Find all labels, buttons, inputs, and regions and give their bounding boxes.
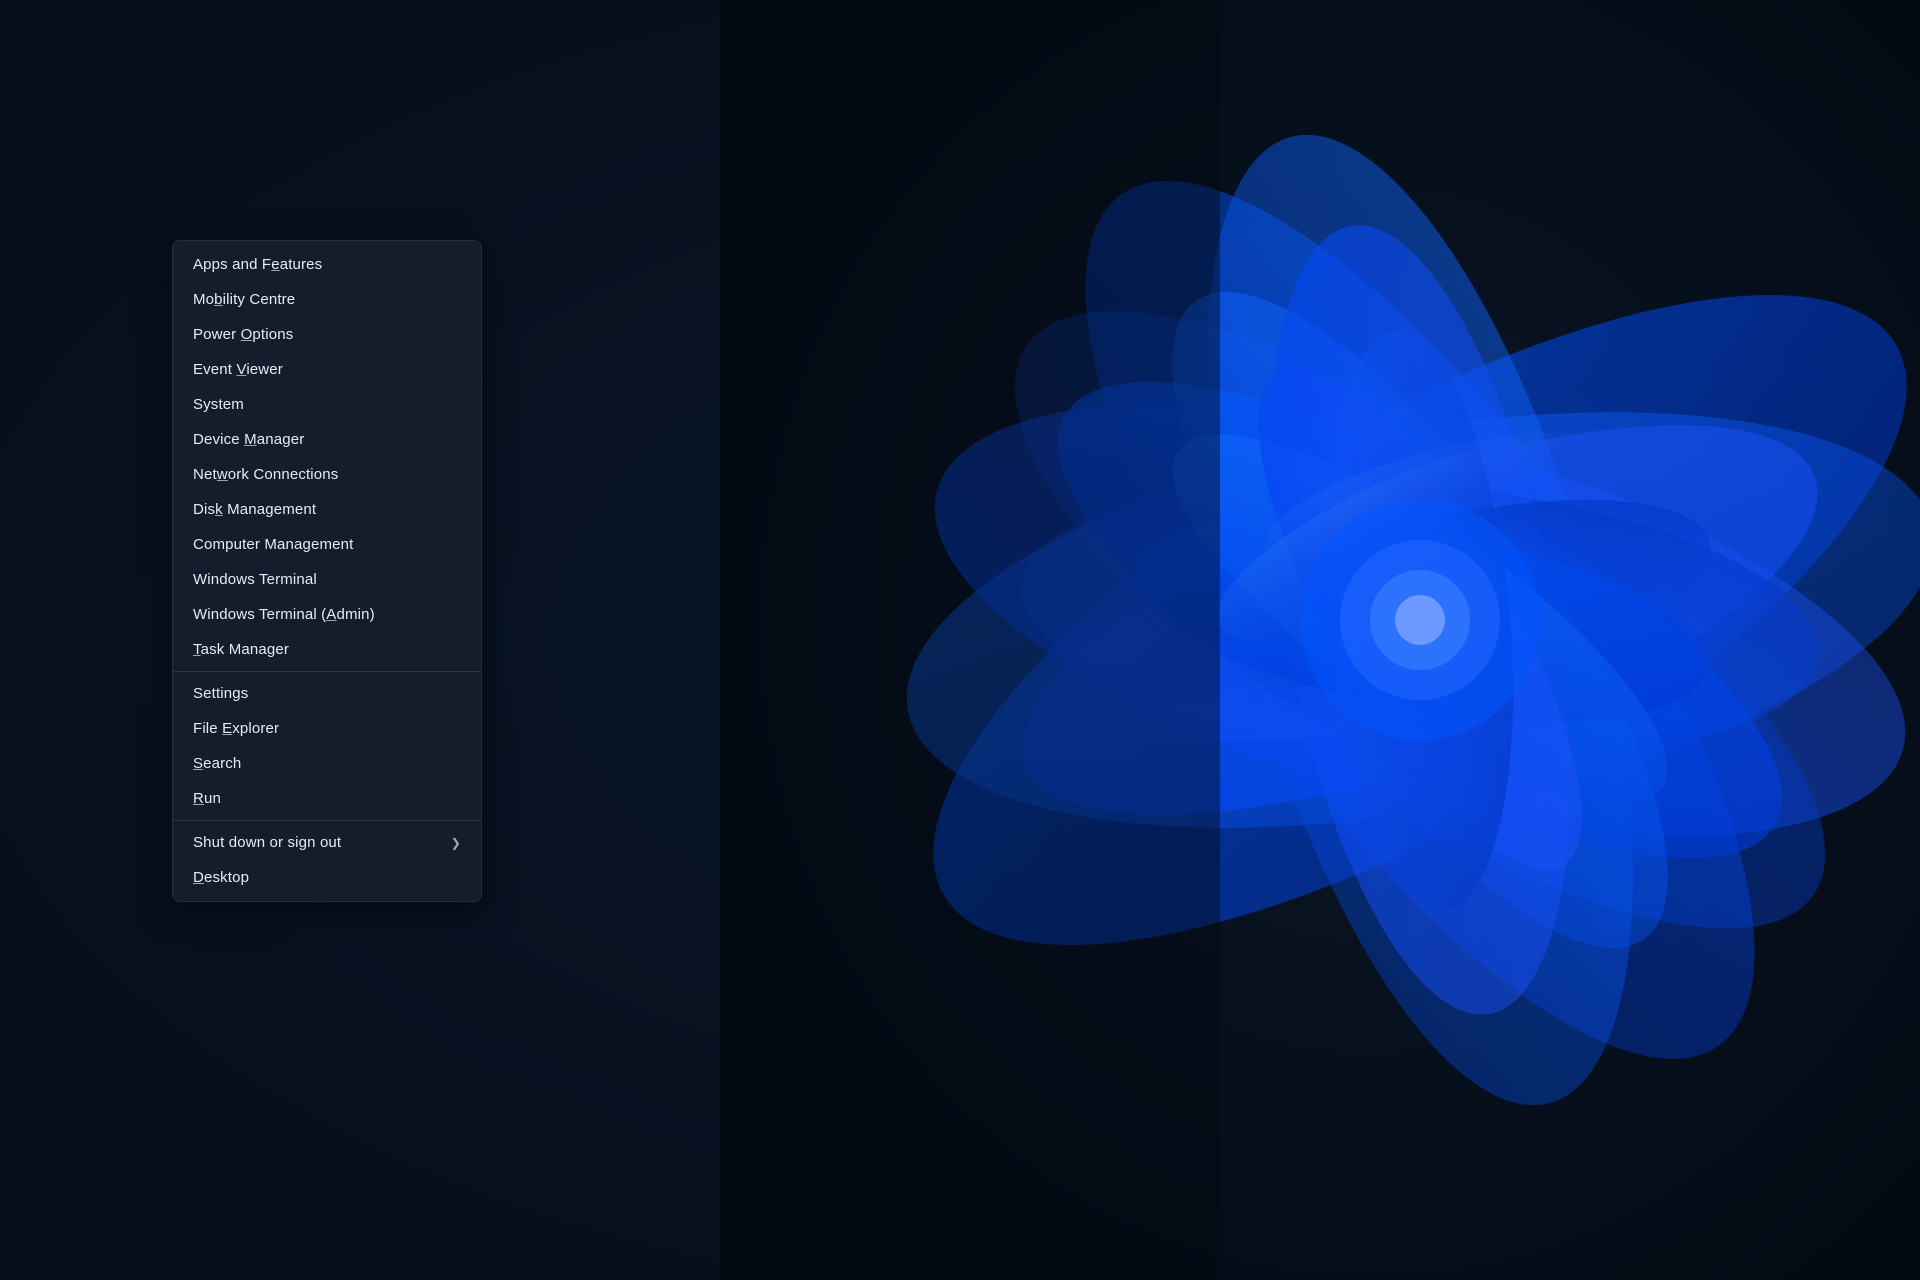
menu-item-task-manager[interactable]: Task Manager	[173, 632, 481, 667]
menu-item-system[interactable]: System	[173, 387, 481, 422]
menu-item-label: Device Manager	[193, 431, 304, 448]
menu-item-label: Network Connections	[193, 466, 338, 483]
menu-divider-2	[173, 820, 481, 821]
menu-item-run[interactable]: Run	[173, 781, 481, 816]
menu-item-computer-management[interactable]: Computer Management	[173, 527, 481, 562]
menu-item-label: Mobility Centre	[193, 291, 295, 308]
bloom-svg	[720, 0, 1920, 1280]
menu-item-windows-terminal-admin[interactable]: Windows Terminal (Admin)	[173, 597, 481, 632]
menu-item-search[interactable]: Search	[173, 746, 481, 781]
menu-item-apps-features[interactable]: Apps and Features	[173, 247, 481, 282]
menu-item-network-connections[interactable]: Network Connections	[173, 457, 481, 492]
submenu-chevron-icon: ❯	[451, 836, 461, 850]
menu-item-label: File Explorer	[193, 720, 279, 737]
menu-item-label: Run	[193, 790, 221, 807]
menu-item-event-viewer[interactable]: Event Viewer	[173, 352, 481, 387]
menu-item-label: Event Viewer	[193, 361, 283, 378]
menu-item-label: Power Options	[193, 326, 293, 343]
menu-item-mobility-centre[interactable]: Mobility Centre	[173, 282, 481, 317]
menu-item-label: Desktop	[193, 869, 249, 886]
menu-item-label: Shut down or sign out	[193, 834, 341, 851]
menu-item-label: Task Manager	[193, 641, 289, 658]
menu-item-label: Search	[193, 755, 241, 772]
menu-item-label: Computer Management	[193, 536, 353, 553]
menu-item-desktop[interactable]: Desktop	[173, 860, 481, 895]
menu-item-label: Windows Terminal	[193, 571, 317, 588]
menu-item-label: Disk Management	[193, 501, 316, 518]
menu-item-shut-down[interactable]: Shut down or sign out ❯	[173, 825, 481, 860]
menu-divider-1	[173, 671, 481, 672]
menu-item-device-manager[interactable]: Device Manager	[173, 422, 481, 457]
menu-item-label: Settings	[193, 685, 248, 702]
menu-item-label: System	[193, 396, 244, 413]
context-menu: Apps and Features Mobility Centre Power …	[172, 240, 482, 902]
menu-item-label: Windows Terminal (Admin)	[193, 606, 375, 623]
menu-item-label: Apps and Features	[193, 256, 322, 273]
menu-item-disk-management[interactable]: Disk Management	[173, 492, 481, 527]
menu-item-windows-terminal[interactable]: Windows Terminal	[173, 562, 481, 597]
menu-item-file-explorer[interactable]: File Explorer	[173, 711, 481, 746]
menu-item-settings[interactable]: Settings	[173, 676, 481, 711]
menu-item-power-options[interactable]: Power Options	[173, 317, 481, 352]
